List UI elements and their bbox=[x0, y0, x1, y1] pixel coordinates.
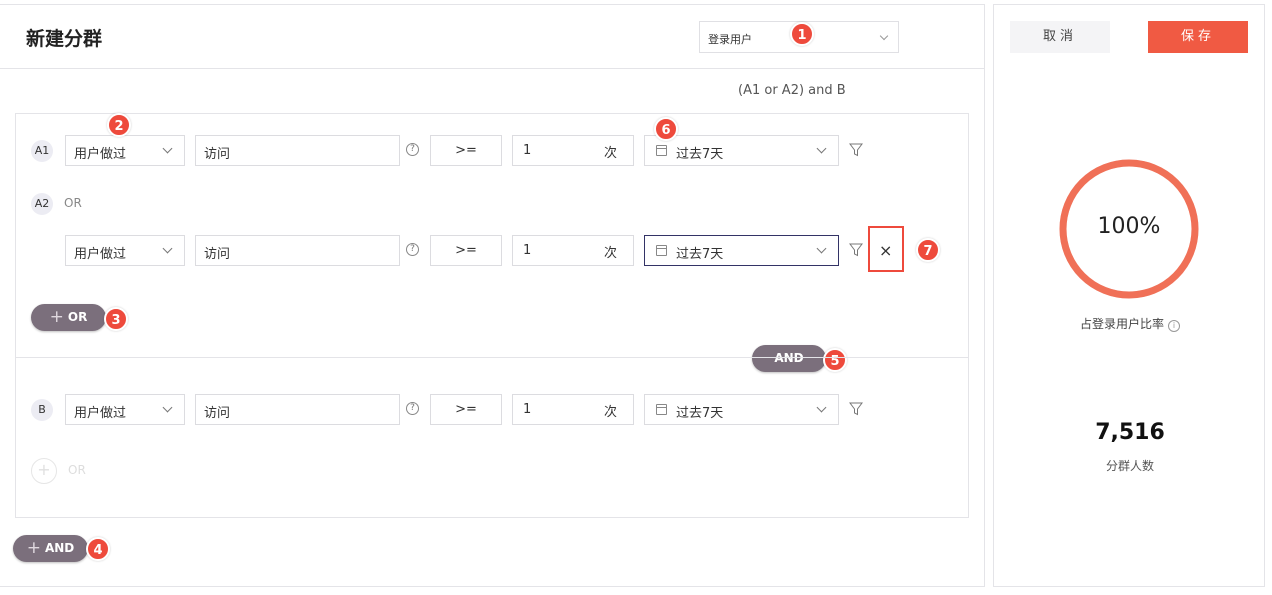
chevron-down-icon bbox=[879, 31, 889, 41]
annotation-marker-2: 2 bbox=[107, 113, 131, 137]
header-divider bbox=[0, 68, 985, 69]
add-or-disabled-button: + bbox=[31, 458, 57, 484]
ratio-label: 占登录用户比率 i bbox=[1030, 315, 1230, 332]
annotation-marker-7: 7 bbox=[916, 238, 940, 262]
count-unit-b: 次 bbox=[603, 405, 617, 420]
ratio-label-text: 占登录用户比率 bbox=[1079, 317, 1164, 331]
add-or-disabled-label: OR bbox=[68, 463, 86, 477]
add-or-button[interactable]: + OR bbox=[31, 304, 106, 331]
calendar-icon bbox=[656, 404, 667, 415]
annotation-marker-1: 1 bbox=[790, 22, 814, 46]
info-icon[interactable]: i bbox=[1168, 320, 1180, 332]
condition-group-b bbox=[15, 357, 969, 518]
operator-select-a1[interactable]: >= bbox=[430, 135, 502, 166]
event-input-a2[interactable]: 访问 bbox=[195, 235, 400, 266]
row-badge-b: B bbox=[31, 399, 53, 421]
action-select-a2-value: 用户做过 bbox=[74, 247, 127, 262]
operator-select-a2[interactable]: >= bbox=[430, 235, 502, 266]
add-and-button[interactable]: + AND bbox=[13, 535, 88, 562]
row-badge-a2: A2 bbox=[31, 193, 53, 215]
action-select-a1[interactable]: 用户做过 bbox=[65, 135, 185, 166]
chevron-down-icon bbox=[816, 402, 827, 413]
chevron-down-icon bbox=[816, 243, 827, 254]
plus-icon: + bbox=[49, 307, 64, 327]
operator-select-a2-value: >= bbox=[455, 243, 477, 258]
action-select-a2[interactable]: 用户做过 bbox=[65, 235, 185, 266]
date-range-a1-value: 过去7天 bbox=[676, 147, 724, 162]
count-input-a2-value: 1 bbox=[523, 243, 532, 258]
filter-icon[interactable] bbox=[849, 143, 863, 157]
chevron-down-icon bbox=[162, 143, 173, 154]
event-input-a1[interactable]: 访问 bbox=[195, 135, 400, 166]
event-input-a2-value: 访问 bbox=[204, 247, 231, 262]
add-or-label: OR bbox=[67, 310, 88, 324]
chevron-down-icon bbox=[816, 143, 827, 154]
count-input-a1-value: 1 bbox=[523, 143, 532, 158]
calendar-icon bbox=[656, 245, 667, 256]
date-range-select-a2[interactable]: 过去7天 bbox=[644, 235, 839, 266]
help-icon[interactable]: ? bbox=[406, 402, 419, 415]
action-select-b[interactable]: 用户做过 bbox=[65, 394, 185, 425]
segment-count: 7,516 bbox=[1095, 420, 1165, 445]
segment-count-label: 分群人数 bbox=[1105, 459, 1154, 473]
cancel-button[interactable]: 取消 bbox=[1010, 21, 1110, 53]
help-icon[interactable]: ? bbox=[406, 243, 419, 256]
annotation-marker-6: 6 bbox=[654, 117, 678, 141]
plus-icon: + bbox=[26, 538, 41, 558]
event-input-b[interactable]: 访问 bbox=[195, 394, 400, 425]
count-input-b-value: 1 bbox=[523, 402, 532, 417]
close-icon: × bbox=[879, 241, 893, 260]
help-icon[interactable]: ? bbox=[406, 143, 419, 156]
count-unit-a2: 次 bbox=[603, 246, 617, 261]
delete-condition-button[interactable]: × bbox=[868, 226, 904, 272]
date-range-a2-value: 过去7天 bbox=[676, 247, 724, 262]
save-button[interactable]: 保存 bbox=[1148, 21, 1248, 53]
chevron-down-icon bbox=[162, 243, 173, 254]
action-select-a1-value: 用户做过 bbox=[74, 147, 127, 162]
add-and-label: AND bbox=[44, 541, 75, 555]
date-range-b-value: 过去7天 bbox=[676, 406, 724, 421]
segment-formula: (A1 or A2) and B bbox=[738, 83, 846, 98]
filter-icon[interactable] bbox=[849, 402, 863, 416]
count-unit-a1: 次 bbox=[603, 146, 617, 161]
annotation-marker-3: 3 bbox=[104, 307, 128, 331]
chevron-down-icon bbox=[162, 402, 173, 413]
action-select-b-value: 用户做过 bbox=[74, 406, 127, 421]
event-input-a1-value: 访问 bbox=[204, 147, 231, 162]
operator-select-a1-value: >= bbox=[455, 143, 477, 158]
calendar-icon bbox=[656, 145, 667, 156]
or-connector-label: OR bbox=[64, 196, 82, 210]
event-input-b-value: 访问 bbox=[204, 406, 231, 421]
date-range-select-a1[interactable]: 过去7天 bbox=[644, 135, 839, 166]
count-input-a2[interactable]: 1 次 bbox=[512, 235, 634, 266]
plus-icon: + bbox=[37, 460, 51, 479]
operator-select-b[interactable]: >= bbox=[430, 394, 502, 425]
page-title: 新建分群 bbox=[26, 28, 103, 50]
count-input-a1[interactable]: 1 次 bbox=[512, 135, 634, 166]
row-badge-a1: A1 bbox=[31, 140, 53, 162]
count-input-b[interactable]: 1 次 bbox=[512, 394, 634, 425]
percentage-value: 100% bbox=[1097, 214, 1161, 239]
filter-icon[interactable] bbox=[849, 243, 863, 257]
operator-select-b-value: >= bbox=[455, 402, 477, 417]
annotation-marker-4: 4 bbox=[86, 537, 110, 561]
date-range-select-b[interactable]: 过去7天 bbox=[644, 394, 839, 425]
user-type-select-value: 登录用户 bbox=[708, 33, 752, 46]
